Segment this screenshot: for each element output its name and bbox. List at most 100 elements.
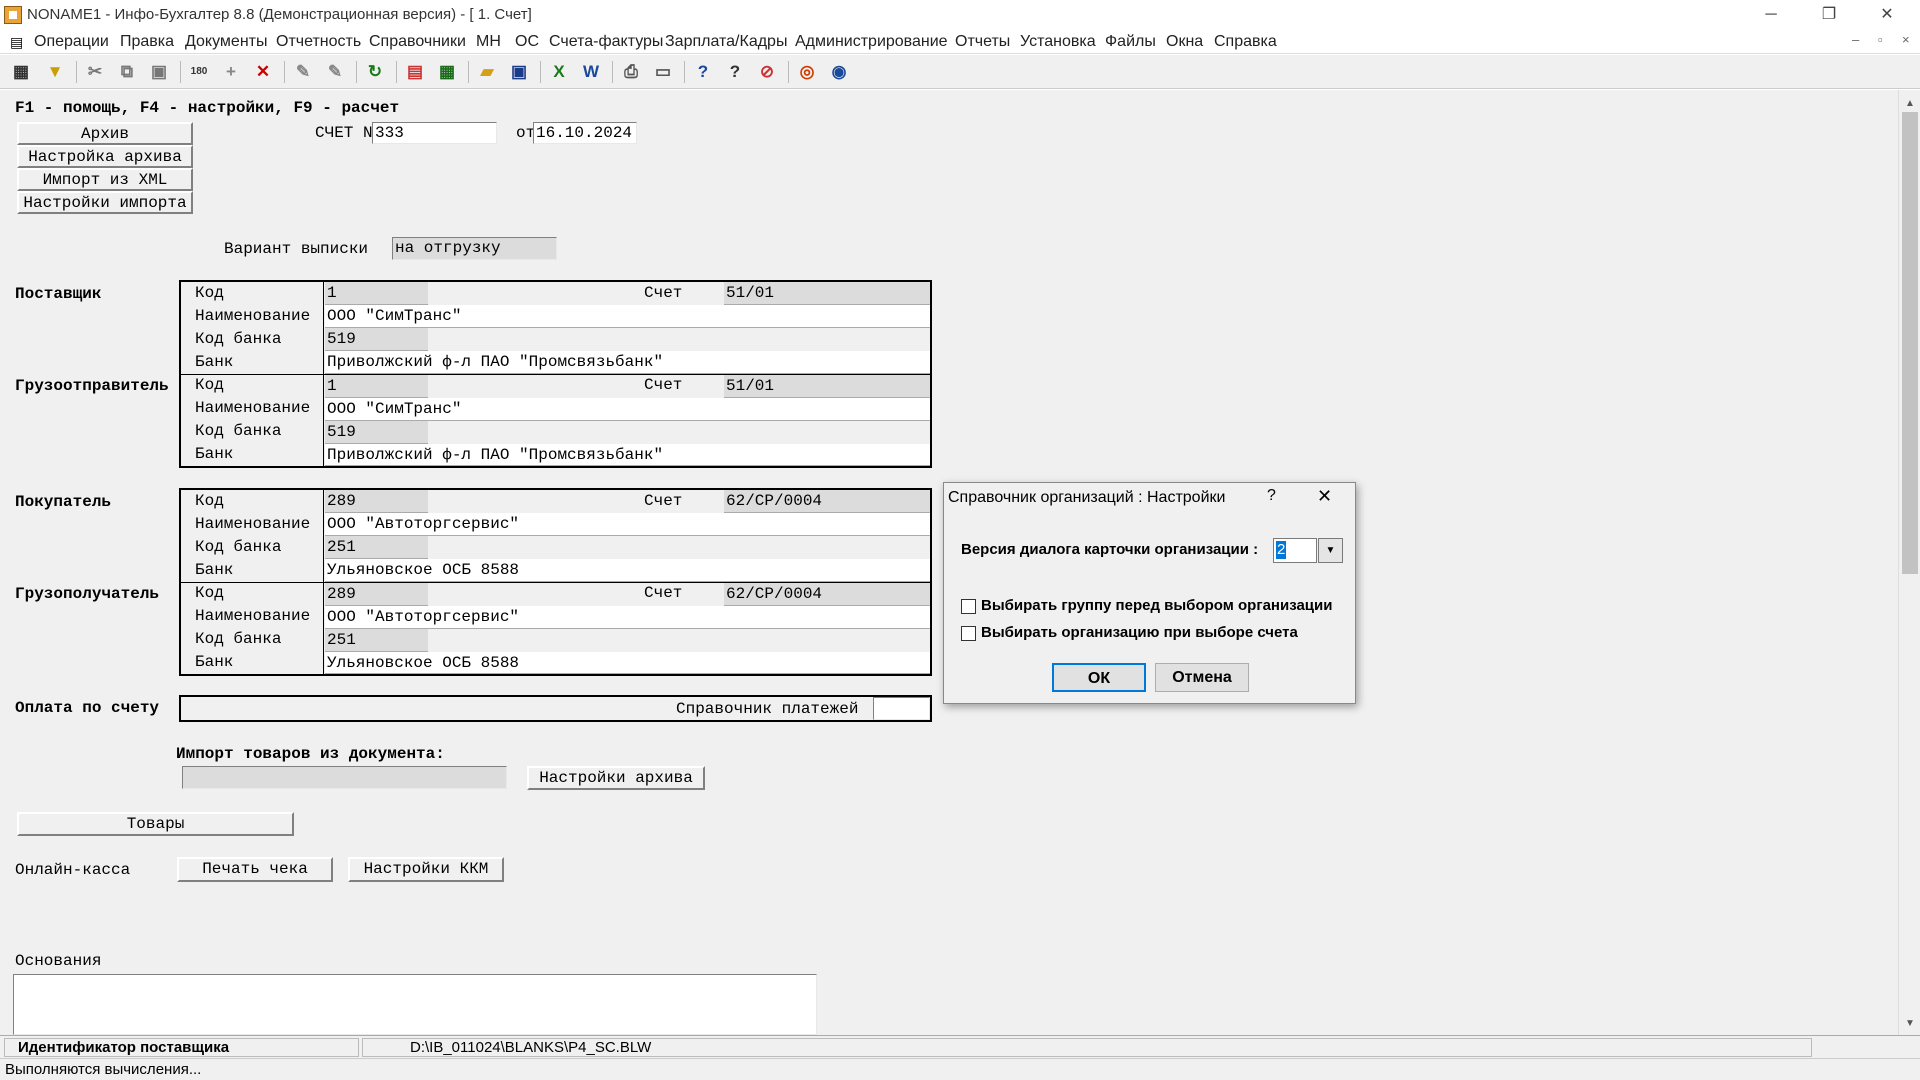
dialog-title: Справочник организаций : Настройки: [948, 489, 1226, 506]
cancel-button[interactable]: Отмена: [1155, 663, 1249, 692]
payment-directory-label[interactable]: Справочник платежей: [676, 699, 858, 719]
shipper-bank-field[interactable]: Приволжский ф-л ПАО "Промсвязьбанк": [325, 444, 930, 466]
edit-icon[interactable]: ✎: [290, 59, 316, 85]
basis-textarea[interactable]: [13, 974, 817, 1035]
shipper-account-field[interactable]: 51/01: [724, 375, 930, 398]
consignee-account-field[interactable]: 62/СР/0004: [724, 583, 930, 606]
scroll-up-icon[interactable]: ▲: [1905, 98, 1915, 109]
print-receipt-button[interactable]: Печать чека: [177, 857, 333, 882]
menu-os[interactable]: ОС: [515, 33, 539, 51]
menu-edit[interactable]: Правка: [120, 33, 174, 51]
import-goods-field[interactable]: [182, 766, 507, 789]
menu-help[interactable]: Справка: [1214, 33, 1277, 51]
restore-button[interactable]: ❐: [1806, 0, 1852, 30]
menu-administration[interactable]: Администрирование: [795, 33, 948, 51]
basis-label: Основания: [15, 952, 102, 970]
dialog-help-button[interactable]: ?: [1267, 487, 1276, 505]
preview-icon[interactable]: ▭: [650, 59, 676, 85]
menu-payroll[interactable]: Зарплата/Кадры: [665, 33, 787, 51]
buyer-code-field[interactable]: 289: [325, 490, 428, 513]
supplier-account-field[interactable]: 51/01: [724, 282, 930, 305]
menu-setup[interactable]: Установка: [1020, 33, 1096, 51]
add-icon[interactable]: +: [218, 59, 244, 85]
supplier-code-field[interactable]: 1: [325, 282, 428, 305]
filter-icon[interactable]: ▼: [42, 59, 68, 85]
supplier-bank-code-field[interactable]: 519: [325, 328, 428, 351]
delete-icon[interactable]: ✕: [250, 59, 276, 85]
edit-all-icon[interactable]: ✎: [322, 59, 348, 85]
supplier-name-field[interactable]: ООО "СимТранс": [325, 305, 930, 328]
chevron-down-icon[interactable]: ▼: [1318, 538, 1343, 563]
calculator-icon[interactable]: ▦: [434, 59, 460, 85]
supplier-bank-field[interactable]: Приволжский ф-л ПАО "Промсвязьбанк": [325, 351, 930, 374]
goods-button[interactable]: Товары: [17, 812, 294, 836]
mdi-minimize-icon[interactable]: –: [1852, 32, 1859, 47]
help-icon[interactable]: ?: [690, 59, 716, 85]
menu-invoices[interactable]: Счета-фактуры: [549, 33, 663, 51]
title-bar: NONAME1 - Инфо-Бухгалтер 8.8 (Демонстрац…: [0, 0, 1920, 30]
shipper-code-field[interactable]: 1: [325, 375, 428, 398]
save-icon[interactable]: ▣: [506, 59, 532, 85]
shipper-account-label: Счет: [644, 376, 683, 394]
menu-windows[interactable]: Окна: [1166, 33, 1203, 51]
supplier-bank-code-label: Код банка: [195, 330, 282, 348]
lifebuoy-icon[interactable]: ◎: [794, 59, 820, 85]
scroll-thumb[interactable]: [1902, 112, 1918, 574]
mdi-restore-icon[interactable]: ▫: [1878, 32, 1883, 47]
context-help-icon[interactable]: ?: [722, 59, 748, 85]
shipper-name-label: Наименование: [195, 399, 311, 417]
invoice-number-field[interactable]: 333: [372, 122, 497, 144]
menu-operations[interactable]: Операции: [34, 33, 109, 51]
close-button[interactable]: ✕: [1864, 0, 1910, 30]
buyer-name-field[interactable]: ООО "Автоторгсервис": [325, 513, 930, 536]
option1-checkbox[interactable]: [961, 599, 976, 614]
menu-reporting[interactable]: Отчетность: [276, 33, 361, 51]
vertical-scrollbar[interactable]: ▲ ▼: [1898, 90, 1920, 1035]
numbering-icon[interactable]: 180: [186, 59, 212, 85]
paste-icon[interactable]: ▣: [146, 59, 172, 85]
copy-icon[interactable]: ⧉: [114, 59, 140, 85]
ok-button[interactable]: ОК: [1052, 663, 1146, 692]
scroll-down-icon[interactable]: ▼: [1905, 1018, 1915, 1029]
menu-reports[interactable]: Отчеты: [955, 33, 1010, 51]
menu-mn[interactable]: МН: [476, 33, 501, 51]
payment-directory-field[interactable]: [873, 697, 930, 720]
import-xml-button[interactable]: Импорт из XML: [17, 168, 193, 191]
option2-checkbox[interactable]: [961, 626, 976, 641]
doc-menu-icon[interactable]: ▤: [10, 34, 23, 51]
menu-files[interactable]: Файлы: [1105, 33, 1156, 51]
buyer-bank-field[interactable]: Ульяновское ОСБ 8588: [325, 559, 930, 582]
print-icon[interactable]: ⎙: [618, 59, 644, 85]
open-folder-icon[interactable]: ▰: [474, 59, 500, 85]
menu-documents[interactable]: Документы: [185, 33, 267, 51]
consignee-bank-code-field[interactable]: 251: [325, 629, 428, 652]
mdi-close-icon[interactable]: ×: [1902, 32, 1910, 47]
variant-field[interactable]: на отгрузку: [392, 237, 557, 260]
kkm-settings-button[interactable]: Настройки ККМ: [348, 857, 504, 882]
version-combobox[interactable]: 2: [1273, 538, 1317, 563]
menu-directories[interactable]: Справочники: [369, 33, 466, 51]
consignee-code-field[interactable]: 289: [325, 583, 428, 606]
consignee-bank-field[interactable]: Ульяновское ОСБ 8588: [325, 652, 930, 674]
compass-icon[interactable]: ⊘: [754, 59, 780, 85]
import-settings-button[interactable]: Настройки импорта: [17, 191, 193, 214]
shipper-name-field[interactable]: ООО "СимТранс": [325, 398, 930, 421]
archive-button[interactable]: Архив: [17, 122, 193, 145]
excel-icon[interactable]: X: [546, 59, 572, 85]
invoice-number-label: СЧЕТ N: [315, 124, 373, 142]
import-archive-settings-button[interactable]: Настройки архива: [527, 766, 705, 790]
archive-settings-button[interactable]: Настройка архива: [17, 145, 193, 168]
shipper-bank-code-field[interactable]: 519: [325, 421, 428, 444]
dialog-close-button[interactable]: ✕: [1317, 486, 1332, 507]
word-icon[interactable]: W: [578, 59, 604, 85]
refresh-icon[interactable]: ↻: [362, 59, 388, 85]
network-icon[interactable]: ◉: [826, 59, 852, 85]
consignee-name-field[interactable]: ООО "Автоторгсервис": [325, 606, 930, 629]
cut-icon[interactable]: ✂: [82, 59, 108, 85]
pdf-icon[interactable]: ▤: [402, 59, 428, 85]
minimize-button[interactable]: ─: [1748, 0, 1794, 30]
calendar-icon[interactable]: ▦: [8, 59, 34, 85]
buyer-bank-code-field[interactable]: 251: [325, 536, 428, 559]
invoice-date-field[interactable]: 16.10.2024: [533, 122, 637, 144]
buyer-account-field[interactable]: 62/СР/0004: [724, 490, 930, 513]
